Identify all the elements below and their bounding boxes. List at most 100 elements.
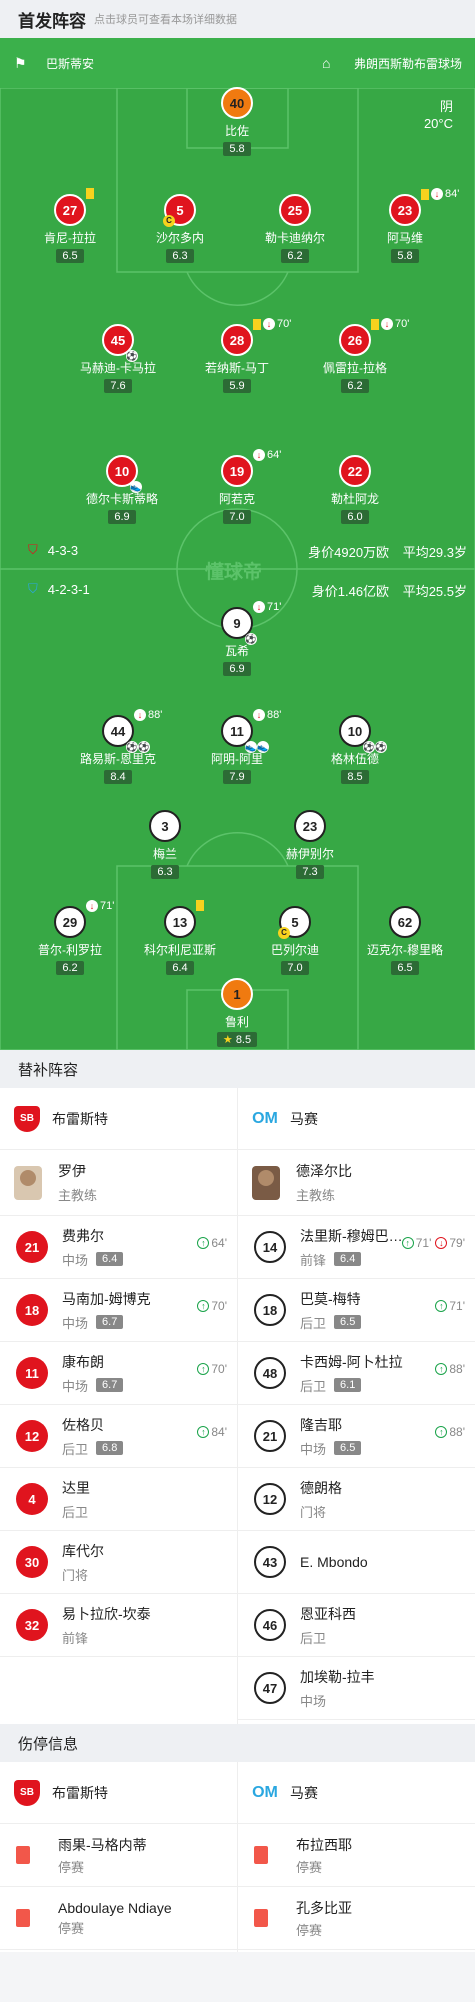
sub-rating: 6.7 bbox=[96, 1378, 124, 1392]
sub-name: 隆吉耶 bbox=[300, 1416, 342, 1433]
subs-section-header: 替补阵容 bbox=[0, 1050, 475, 1088]
home-avg-age: 平均29.3岁 bbox=[402, 545, 467, 560]
sub-minutes: ↑ 71' bbox=[435, 1299, 465, 1313]
away-coach[interactable]: 德泽尔比 主教练 bbox=[238, 1150, 475, 1216]
player-number: 23 bbox=[294, 810, 326, 842]
away-player[interactable]: 11 👟 👟 ↓ 88' 阿明-阿里 7.9 bbox=[187, 709, 287, 785]
sub-player-row[interactable]: 12 佐格贝 后卫 6.8 ↑ 84' bbox=[0, 1405, 237, 1468]
player-number: 62 bbox=[389, 906, 421, 938]
sub-player-row[interactable]: 30 库代尔 门将 bbox=[0, 1531, 237, 1594]
away-player[interactable]: 62 迈克尔-穆里略 6.5 bbox=[355, 906, 455, 976]
injury-row[interactable]: 布拉西耶 停赛 bbox=[238, 1824, 475, 1887]
injury-row[interactable]: 雨果-马格内蒂 停赛 bbox=[0, 1824, 237, 1887]
home-player[interactable]: 26 ↓ 70' 佩雷拉-拉格 6.2 bbox=[305, 318, 409, 394]
page-footer bbox=[0, 1952, 475, 2002]
player-rating: 5.8 bbox=[223, 142, 251, 156]
home-formation: ⛉ 4-3-3 bbox=[28, 542, 78, 558]
sub-number: 30 bbox=[16, 1546, 48, 1578]
sub-name: 佐格贝 bbox=[62, 1416, 104, 1433]
away-subs-column: OM 马赛 德泽尔比 主教练 14 法里斯-穆姆巴尼亚 前锋 6.4 ↑ 71' ↓ 79' 1… bbox=[238, 1088, 475, 1720]
sub-name: 巴莫-梅特 bbox=[300, 1290, 361, 1307]
player-number: 9 ⚽ bbox=[221, 607, 257, 645]
home-player[interactable]: 22 勒杜阿龙 6.0 bbox=[305, 455, 405, 525]
sub-player-row[interactable]: 32 易卜拉欣-坎泰 前锋 bbox=[0, 1594, 237, 1657]
away-player[interactable]: 1 鲁利 ★ 8.5 bbox=[187, 978, 287, 1048]
home-team-row[interactable]: SB 布雷斯特 bbox=[0, 1762, 237, 1824]
rating-value: 6.2 bbox=[62, 962, 78, 974]
home-player[interactable]: 40 比佐 5.8 bbox=[187, 87, 287, 157]
away-market-value: 身价1.46亿欧 bbox=[311, 584, 390, 599]
home-player[interactable]: 10 👟 德尔卡斯蒂略 6.9 bbox=[72, 455, 172, 525]
player-number: 10 ⚽ ⚽ bbox=[339, 715, 387, 753]
home-player[interactable]: 23 ↓ 84' 阿马维 5.8 bbox=[355, 188, 459, 264]
sub-player-row[interactable]: 12 德朗格 门将 bbox=[238, 1468, 475, 1531]
sub-player-row[interactable]: 48 卡西姆-阿卜杜拉 后卫 6.1 ↑ 88' bbox=[238, 1342, 475, 1405]
away-player[interactable]: 5 C 巴列尔迪 7.0 bbox=[245, 906, 345, 976]
home-market-value: 身价4920万欧 bbox=[308, 545, 390, 560]
home-player[interactable]: 25 勒卡迪纳尔 6.2 bbox=[245, 194, 345, 264]
sub-out-icon: ↓ bbox=[134, 709, 146, 721]
away-player[interactable]: 10 ⚽ ⚽ 格林伍德 8.5 bbox=[305, 715, 405, 785]
away-player[interactable]: 3 梅兰 6.3 bbox=[115, 810, 215, 880]
player-events: ↓ 84' bbox=[421, 188, 459, 200]
sub-in-icon: ↑ bbox=[197, 1300, 210, 1312]
red-card-icon bbox=[254, 1909, 268, 1927]
player-name: 佩雷拉-拉格 bbox=[323, 361, 387, 375]
away-player[interactable]: 29 ↓ 71' 普尔-利罗拉 6.2 bbox=[20, 900, 120, 976]
sub-player-row[interactable]: 47 加埃勒-拉丰 中场 bbox=[238, 1657, 475, 1720]
sub-player-row[interactable]: 11 康布朗 中场 6.7 ↑ 70' bbox=[0, 1342, 237, 1405]
goal-icon: ⚽ bbox=[245, 633, 257, 645]
away-player[interactable]: 13 科尔利尼亚斯 6.4 bbox=[130, 900, 230, 976]
rating-value: 8.5 bbox=[235, 1034, 252, 1046]
injury-player-name: 孔多比亚 bbox=[296, 1899, 352, 1916]
sub-number: 12 bbox=[254, 1483, 286, 1515]
player-rating: 6.3 bbox=[151, 865, 179, 879]
player-name: 赫伊别尔 bbox=[285, 847, 334, 861]
sub-in-minute: 88' bbox=[449, 1425, 465, 1439]
away-player[interactable]: 44 ⚽ ⚽ ↓ 88' 路易斯-恩里克 8.4 bbox=[68, 709, 168, 785]
red-card-icon bbox=[16, 1846, 30, 1864]
sub-player-row[interactable]: 21 费弗尔 中场 6.4 ↑ 64' bbox=[0, 1216, 237, 1279]
player-rating: 8.5 bbox=[341, 770, 369, 784]
away-team-row[interactable]: OM 马赛 bbox=[238, 1762, 475, 1824]
player-number: 22 bbox=[339, 455, 371, 487]
goal-icon: ⚽ bbox=[126, 350, 138, 362]
sub-player-row[interactable]: 18 马南加-姆博克 中场 6.7 ↑ 70' bbox=[0, 1279, 237, 1342]
sub-meta: 门将 bbox=[300, 1502, 342, 1521]
away-player[interactable]: 9 ⚽ ↓ 71' 瓦希 6.9 bbox=[187, 601, 287, 677]
sub-out-minute: 79' bbox=[449, 1236, 465, 1250]
sub-rating: 6.7 bbox=[96, 1315, 124, 1329]
away-player[interactable]: 23 赫伊别尔 7.3 bbox=[260, 810, 360, 880]
sub-in-icon: ↑ bbox=[197, 1237, 210, 1249]
home-player[interactable]: 45 ⚽ 马赫迪-卡马拉 7.6 bbox=[68, 324, 168, 394]
player-number: 29 bbox=[54, 906, 86, 938]
sub-player-row[interactable]: 46 恩亚科西 后卫 bbox=[238, 1594, 475, 1657]
home-team-row[interactable]: SB 布雷斯特 bbox=[0, 1088, 237, 1150]
home-coach[interactable]: 罗伊 主教练 bbox=[0, 1150, 237, 1216]
home-player[interactable]: 19 ↓ 64' 阿若克 7.0 bbox=[187, 449, 287, 525]
sub-out-minute: 88' bbox=[267, 709, 282, 721]
home-player[interactable]: 5 C 沙尔多内 6.3 bbox=[130, 194, 230, 264]
player-events: ↓ 70' bbox=[253, 318, 291, 330]
away-team-row[interactable]: OM 马赛 bbox=[238, 1088, 475, 1150]
sub-out-icon: ↓ bbox=[263, 318, 275, 330]
away-value: 身价1.46亿欧 平均25.5岁 bbox=[312, 581, 467, 600]
sub-meta: 中场 6.7 bbox=[62, 1313, 151, 1332]
injury-row[interactable]: Abdoulaye Ndiaye 停赛 bbox=[0, 1887, 237, 1950]
sub-in-icon: ↑ bbox=[435, 1363, 448, 1375]
sub-player-row[interactable]: 14 法里斯-穆姆巴尼亚 前锋 6.4 ↑ 71' ↓ 79' bbox=[238, 1216, 475, 1279]
home-player[interactable]: 27 肯尼-拉拉 6.5 bbox=[20, 188, 120, 264]
sub-player-row[interactable]: 21 隆吉耶 中场 6.5 ↑ 88' bbox=[238, 1405, 475, 1468]
sub-position: 中场 bbox=[300, 1441, 327, 1457]
home-shield-icon: ⛉ bbox=[28, 542, 38, 557]
sub-player-row[interactable]: 43 E. Mbondo bbox=[238, 1531, 475, 1594]
sub-player-row[interactable]: 4 达里 后卫 bbox=[0, 1468, 237, 1531]
rating-value: 6.5 bbox=[397, 962, 413, 974]
player-number: 23 bbox=[389, 194, 421, 226]
sub-in-minute: 70' bbox=[211, 1299, 227, 1313]
home-player[interactable]: 28 ↓ 70' 若纳斯-马丁 5.9 bbox=[187, 318, 291, 394]
sub-number: 48 bbox=[254, 1357, 286, 1389]
sub-player-row[interactable]: 18 巴莫-梅特 后卫 6.5 ↑ 71' bbox=[238, 1279, 475, 1342]
injury-row[interactable]: 孔多比亚 停赛 bbox=[238, 1887, 475, 1950]
sub-out-icon: ↓ bbox=[253, 601, 265, 613]
